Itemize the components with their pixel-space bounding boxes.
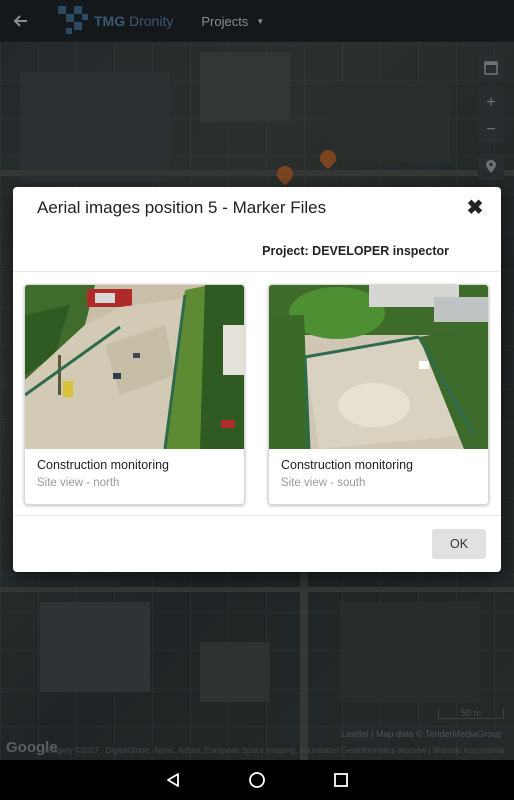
ok-button[interactable]: OK — [432, 529, 486, 559]
map-road — [0, 170, 514, 176]
aerial-photo-south[interactable] — [269, 285, 489, 449]
project-label: Project: — [262, 244, 309, 258]
divider — [13, 515, 501, 516]
zoom-in-button[interactable]: + — [478, 90, 504, 116]
back-button[interactable] — [0, 0, 42, 42]
back-triangle-icon — [167, 773, 179, 787]
map-building — [200, 52, 290, 122]
file-card[interactable]: Construction monitoring Site view - nort… — [24, 284, 245, 505]
system-home-button[interactable] — [215, 760, 299, 800]
file-title: Construction monitoring — [281, 458, 414, 472]
file-subtitle: Site view - south — [281, 477, 366, 489]
file-title: Construction monitoring — [37, 458, 170, 472]
close-icon: ✖ — [466, 196, 484, 219]
map-building — [340, 602, 480, 702]
home-circle-icon — [249, 772, 265, 788]
system-recents-button[interactable] — [299, 760, 383, 800]
imagery-copyright: Imagery ©2017 , DigitalGlobe, Aerial, Ai… — [44, 746, 505, 755]
map-road — [0, 587, 514, 592]
brand-name-rest: Dronity — [125, 13, 174, 29]
layers-button[interactable] — [478, 55, 504, 81]
file-subtitle: Site view - north — [37, 477, 120, 489]
logo-mark-icon — [58, 6, 90, 36]
map-scale: 50 m — [437, 708, 504, 719]
caret-down-icon: ▼ — [256, 16, 265, 26]
map-building — [330, 82, 450, 162]
projects-menu[interactable]: Projects ▼ — [201, 14, 264, 29]
brand-logo[interactable]: TMG Dronity — [58, 6, 173, 36]
map-attribution[interactable]: Leaflet | Map data © TenderMediaGroup — [337, 728, 506, 740]
marker-files-dialog: Aerial images position 5 - Marker Files … — [13, 187, 501, 572]
close-button[interactable]: ✖ — [465, 196, 485, 219]
aerial-photo-north[interactable] — [25, 285, 245, 449]
map-building — [200, 642, 270, 702]
brand-name: TMG Dronity — [94, 13, 173, 29]
locate-button[interactable] — [478, 154, 504, 180]
brand-name-bold: TMG — [94, 13, 126, 29]
system-navigation-bar — [0, 760, 514, 800]
zoom-in-icon: + — [486, 94, 496, 111]
file-card[interactable]: Construction monitoring Site view - sout… — [268, 284, 489, 505]
map-marker[interactable] — [273, 162, 297, 186]
map-building — [40, 602, 150, 692]
projects-label: Projects — [201, 13, 249, 29]
layers-icon — [484, 61, 498, 75]
project-name: DEVELOPER inspector — [308, 244, 449, 258]
divider — [13, 271, 501, 272]
system-back-button[interactable] — [131, 760, 215, 800]
location-icon — [486, 160, 496, 173]
dialog-title: Aerial images position 5 - Marker Files — [37, 198, 327, 217]
arrow-left-icon — [14, 15, 27, 27]
project-info: Project: DEVELOPER inspector — [262, 244, 449, 258]
recents-square-icon — [334, 773, 348, 787]
zoom-out-button[interactable]: − — [478, 117, 504, 143]
zoom-out-icon: − — [486, 121, 496, 138]
app-bar: TMG Dronity Projects ▼ — [0, 0, 514, 42]
map-building — [20, 72, 170, 182]
